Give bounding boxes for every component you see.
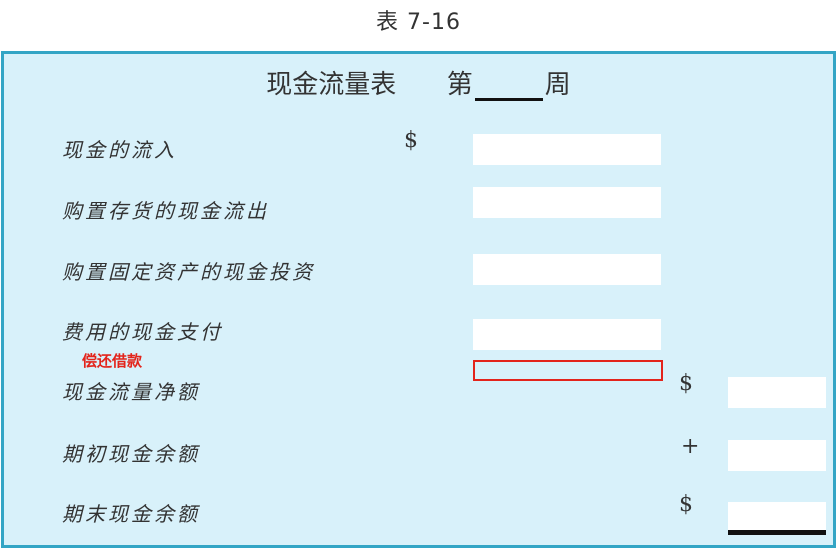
dollar-sign-closing: $	[679, 492, 693, 517]
statement-title: 现金流量表 第 周	[4, 64, 833, 101]
expense-payment-field[interactable]	[473, 319, 661, 350]
closing-balance-field[interactable]	[728, 502, 826, 535]
row-label-opening-balance: 期初现金余额	[62, 442, 200, 466]
row-label-fixed-asset-investment: 购置固定资产的现金投资	[62, 260, 315, 284]
fixed-asset-investment-field[interactable]	[473, 254, 661, 285]
row-label-net-cash-flow: 现金流量净额	[62, 380, 200, 404]
net-cash-flow-field[interactable]	[728, 377, 826, 408]
cash-flow-statement: 现金流量表 第 周 现金的流入 $ 购置存货的现金流出 购置固定资产的现金投资 费…	[1, 51, 836, 548]
opening-balance-field[interactable]	[728, 440, 826, 471]
row-label-closing-balance: 期末现金余额	[62, 502, 200, 526]
title-week-prefix: 第	[446, 70, 473, 100]
dollar-sign-net: $	[679, 371, 693, 396]
plus-sign-opening: +	[681, 434, 700, 459]
row-label-cash-inflow: 现金的流入	[62, 138, 177, 162]
loan-repayment-note: 偿还借款	[82, 352, 143, 370]
loan-repayment-field[interactable]	[473, 360, 663, 381]
cash-inflow-field[interactable]	[473, 134, 661, 165]
dollar-sign-inflow: $	[404, 128, 418, 153]
row-label-inventory-outflow: 购置存货的现金流出	[62, 199, 269, 223]
table-caption: 表 7-16	[376, 10, 461, 35]
row-label-expense-payment: 费用的现金支付	[62, 320, 223, 344]
week-number-blank[interactable]	[474, 72, 543, 101]
title-week-suffix: 周	[544, 70, 571, 100]
inventory-outflow-field[interactable]	[473, 187, 661, 218]
title-text: 现金流量表	[266, 70, 397, 100]
